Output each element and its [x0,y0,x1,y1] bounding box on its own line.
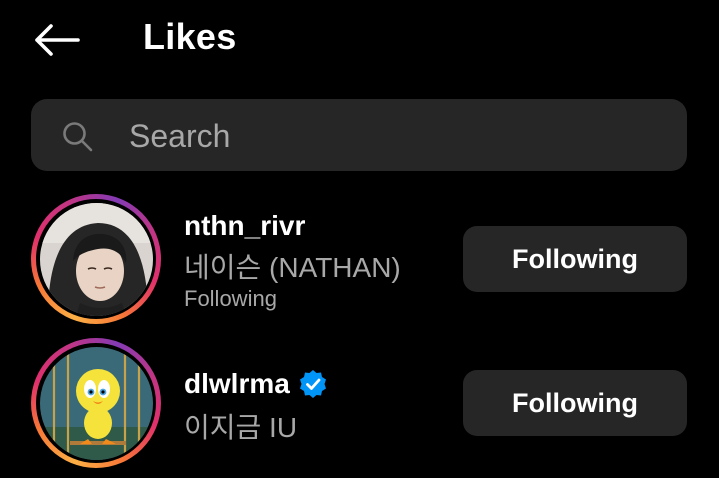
full-name: 이지금 IU [184,412,298,443]
username[interactable]: nthn_rivr [184,210,305,242]
likes-screen: Likes Search nthn_rivr 네이슨 (NATHAN) Foll… [0,0,719,478]
avatar-gap [36,199,156,319]
back-button[interactable] [28,18,84,62]
username-text: nthn_rivr [184,210,306,241]
following-button[interactable]: Following [463,370,687,436]
tweety-bird-avatar-icon [39,346,153,460]
arrow-left-icon [35,24,80,56]
search-input[interactable] [127,113,671,159]
avatar [39,202,153,316]
list-item-user-2[interactable]: dlwlrma 이지금 IU Following [0,338,719,478]
following-button[interactable]: Following [463,226,687,292]
username-text: dlwlrma [184,368,290,399]
verified-badge-icon [299,370,326,398]
search-bar[interactable] [31,99,687,171]
avatar [39,346,153,460]
full-name: 네이슨 (NATHAN) [184,252,401,283]
list-item-user-1[interactable]: nthn_rivr 네이슨 (NATHAN) Following Followi… [0,194,719,334]
page-title: Likes [143,16,237,57]
username[interactable]: dlwlrma [184,368,328,400]
follow-status: Following [184,286,277,311]
search-icon [63,122,93,152]
avatar-story-ring[interactable] [31,194,161,324]
profile-photo-icon [39,202,153,316]
avatar-story-ring[interactable] [31,338,161,468]
avatar-gap [36,343,156,463]
header: Likes [0,0,719,80]
